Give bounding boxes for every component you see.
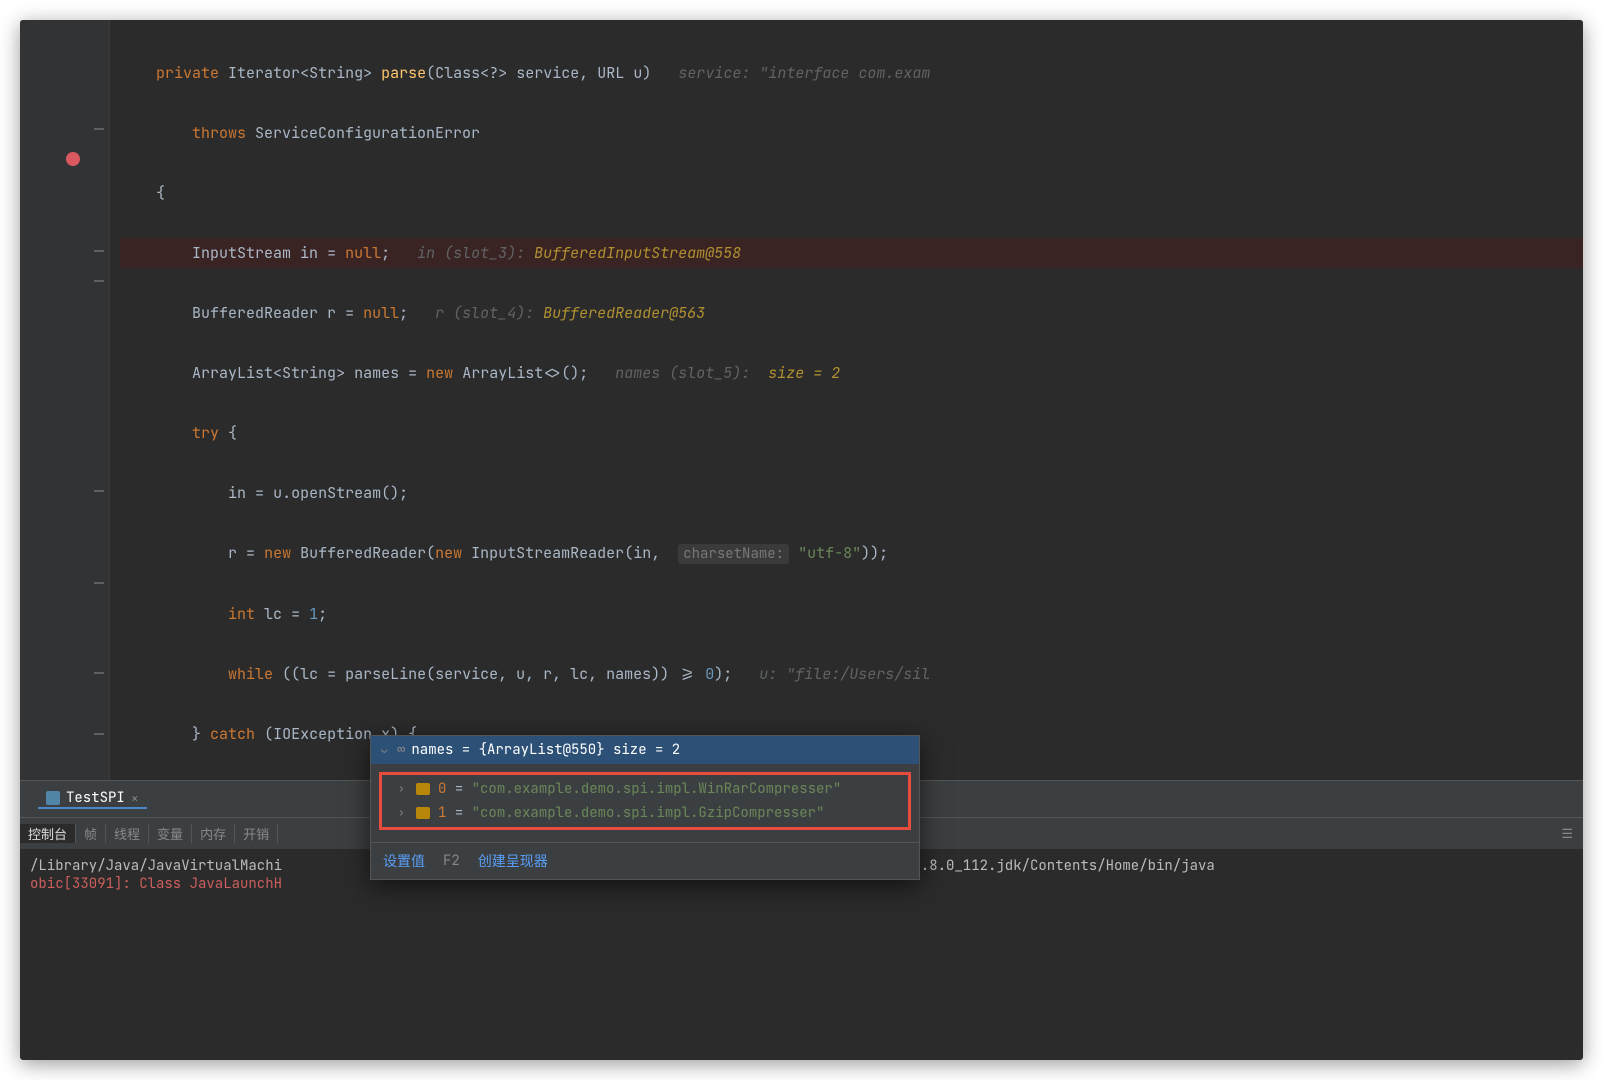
breakpoint-icon[interactable] [66,152,80,166]
inline-debug-value: names (slot_5): [615,363,768,383]
fold-toggle-icon[interactable] [94,733,104,735]
object-icon [416,807,430,819]
chevron-right-icon[interactable]: › [398,806,408,820]
file-icon [46,791,60,805]
close-icon[interactable]: × [131,790,139,807]
debug-tab-variables[interactable]: 变量 [149,824,192,843]
editor-tab[interactable]: TestSPI × [38,789,147,809]
fold-toggle-icon[interactable] [94,280,104,282]
inline-debug-value: r (slot_4): [435,303,543,323]
inline-debug-value: u: "file:/Users/sil [759,664,930,684]
chevron-right-icon[interactable]: › [398,782,408,796]
variable-row[interactable]: › 1 = "com.example.demo.spi.impl.GzipCom… [382,801,908,825]
debug-tab-threads[interactable]: 线程 [106,824,149,843]
debug-tab-console[interactable]: 控制台 [20,824,76,843]
menu-icon[interactable]: ☰ [1551,825,1583,842]
fold-toggle-icon[interactable] [94,490,104,492]
value-label: "com.example.demo.spi.impl.GzipCompresse… [472,804,825,822]
fold-toggle-icon[interactable] [94,672,104,674]
ide-window: private Iterator<String> parse(Class<?> … [20,20,1583,1060]
debug-tab-frames[interactable]: 帧 [76,824,106,843]
popup-footer: 设置值 F2 创建呈现器 [371,842,919,879]
fold-toggle-icon[interactable] [94,250,104,252]
variable-row[interactable]: › 0 = "com.example.demo.spi.impl.WinRarC… [382,777,908,801]
popup-header[interactable]: ⌄ ∞ names = {ArrayList@550} size = 2 [371,736,919,764]
set-value-link[interactable]: 设置值 [383,851,425,871]
object-icon [416,783,430,795]
editor-gutter[interactable] [20,20,110,780]
keyword: private [156,63,219,83]
inline-hint: service: "interface com.exam [678,63,930,83]
fold-toggle-icon[interactable] [94,128,104,130]
chevron-down-icon[interactable]: ⌄ [381,743,391,757]
method-name: parse [381,63,426,83]
type: Iterator [228,63,300,83]
variable-popup[interactable]: ⌄ ∞ names = {ArrayList@550} size = 2 › 0… [370,735,920,880]
popup-body: › 0 = "com.example.demo.spi.impl.WinRarC… [371,764,919,842]
popup-title: names = {ArrayList@550} size = 2 [411,741,680,759]
editor-area: private Iterator<String> parse(Class<?> … [20,20,1583,780]
debug-tab-memory[interactable]: 内存 [192,824,235,843]
param-hint: charsetName: [678,544,789,564]
inline-debug-value: in (slot_3): [417,243,534,263]
highlight-box: › 0 = "com.example.demo.spi.impl.WinRarC… [379,772,911,830]
console-line: /Library/Java/JavaVirtualMachi [30,857,282,875]
debug-tab-overhead[interactable]: 开销 [235,824,278,843]
watch-icon: ∞ [397,741,405,759]
index-label: 1 [438,804,446,822]
create-renderer-link[interactable]: 创建呈现器 [478,851,548,871]
index-label: 0 [438,780,446,798]
value-label: "com.example.demo.spi.impl.WinRarCompres… [472,780,842,798]
shortcut-label: F2 [443,852,460,870]
code-editor[interactable]: private Iterator<String> parse(Class<?> … [110,20,1583,780]
tab-label: TestSPI [66,789,125,807]
fold-toggle-icon[interactable] [94,582,104,584]
